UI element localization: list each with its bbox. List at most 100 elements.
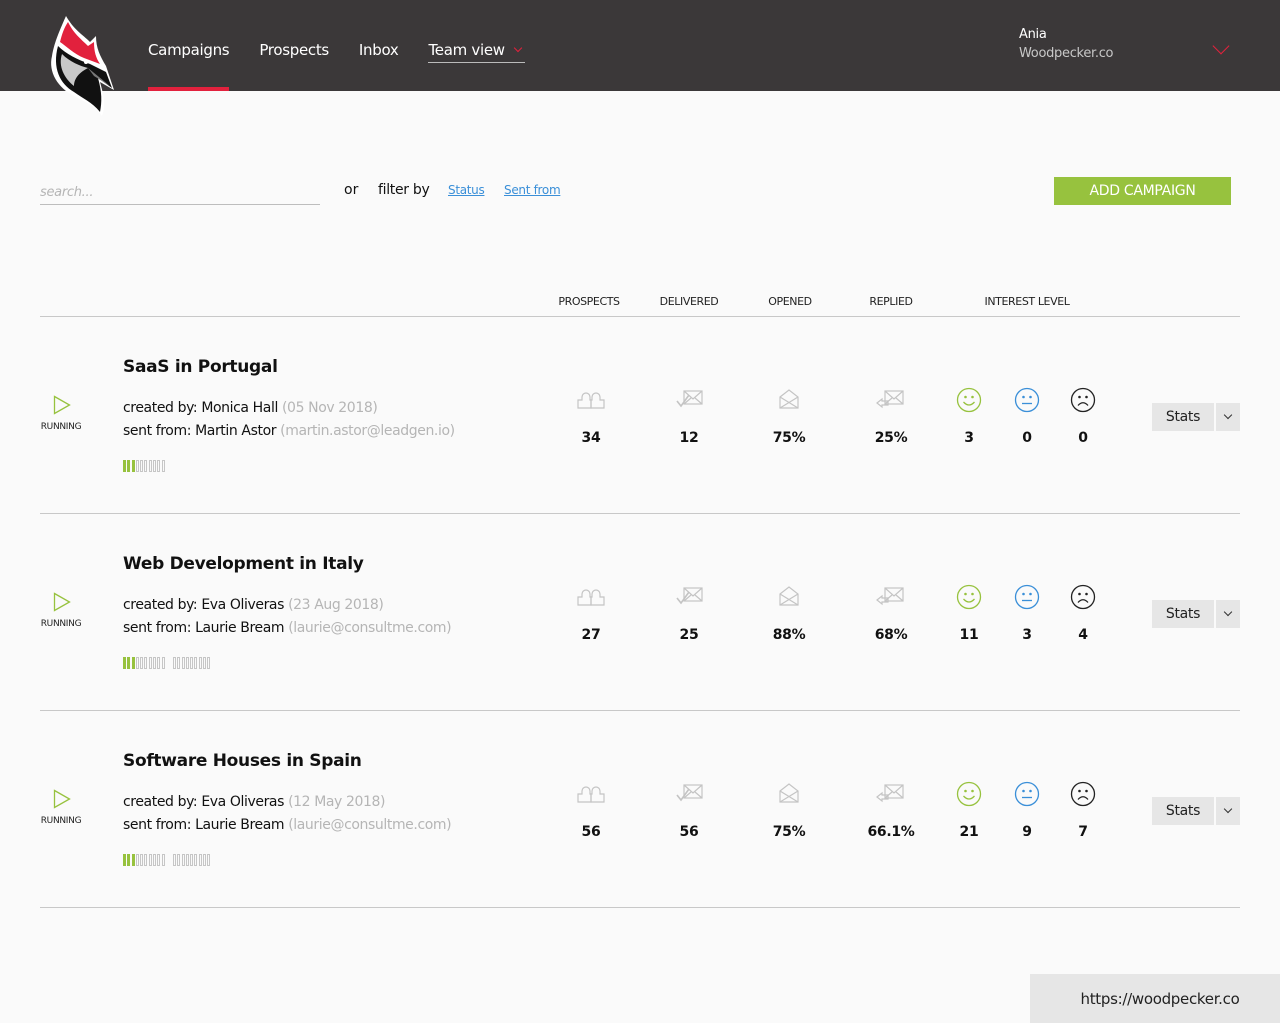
prospects-icon <box>577 392 605 409</box>
progress-step-pending <box>135 854 139 866</box>
user-menu-chevron-icon[interactable] <box>1212 37 1230 55</box>
interested-count: 3 <box>964 430 974 446</box>
progress-step-pending <box>172 657 176 669</box>
stats-button[interactable]: Stats <box>1152 403 1214 431</box>
nav-prospects[interactable]: Prospects <box>259 0 329 91</box>
opened-icon <box>779 586 799 606</box>
progress-step-pending <box>177 854 181 866</box>
stats-dropdown-chevron-icon[interactable] <box>1216 600 1240 628</box>
progress-step-pending <box>153 657 157 669</box>
opened-rate: 75% <box>772 430 806 446</box>
sent-from-line: sent from: Laurie Bream (laurie@consultm… <box>123 817 452 833</box>
progress-step-pending <box>135 657 139 669</box>
top-navigation-bar: Campaigns Prospects Inbox Team view Ania… <box>0 0 1280 91</box>
interested-count: 11 <box>959 627 979 643</box>
nav-team-view[interactable]: Team view <box>428 41 525 63</box>
progress-step-pending <box>203 657 207 669</box>
created-by-label: created by: <box>123 597 198 613</box>
filter-by-label: filter by <box>378 182 430 198</box>
created-by-name: Eva Oliveras <box>201 794 284 810</box>
progress-step-done <box>127 657 131 669</box>
progress-step-pending <box>148 854 152 866</box>
filter-status-link[interactable]: Status <box>448 183 485 197</box>
play-icon[interactable] <box>53 395 71 415</box>
interested-face-icon <box>956 387 982 413</box>
replied-icon <box>876 390 904 409</box>
campaign-row[interactable]: RUNNING Software Houses in Spain created… <box>0 711 1280 908</box>
not-interested-face-icon <box>1070 584 1096 610</box>
replied-rate: 68% <box>874 627 908 643</box>
interested-face-icon <box>956 584 982 610</box>
interested-face-icon <box>956 781 982 807</box>
search-input[interactable] <box>40 180 320 205</box>
progress-step-pending <box>172 854 176 866</box>
not-interested-face-icon <box>1070 781 1096 807</box>
opened-icon <box>779 783 799 803</box>
progress-step-pending <box>181 854 185 866</box>
user-name: Ania <box>1019 27 1047 42</box>
stats-button[interactable]: Stats <box>1152 600 1214 628</box>
divider <box>40 907 1240 908</box>
stats-button[interactable]: Stats <box>1152 797 1214 825</box>
play-icon[interactable] <box>53 592 71 612</box>
nav-campaigns[interactable]: Campaigns <box>148 0 230 91</box>
sent-from-line: sent from: Martin Astor (martin.astor@le… <box>123 423 455 439</box>
add-campaign-button[interactable]: ADD CAMPAIGN <box>1054 177 1231 205</box>
created-by-line: created by: Monica Hall (05 Nov 2018) <box>123 400 378 416</box>
progress-gap <box>166 657 173 669</box>
campaign-row[interactable]: RUNNING SaaS in Portugal created by: Mon… <box>0 317 1280 514</box>
sent-from-email: (laurie@consultme.com) <box>288 620 452 636</box>
nav-inbox[interactable]: Inbox <box>359 0 399 91</box>
sent-from-label: sent from: <box>123 423 192 439</box>
progress-step-done <box>127 460 131 472</box>
play-icon[interactable] <box>53 789 71 809</box>
or-label: or <box>344 182 359 198</box>
progress-step-pending <box>157 657 161 669</box>
neutral-count: 3 <box>1022 627 1032 643</box>
progress-step-pending <box>144 854 148 866</box>
nav-team-view-label: Team view <box>428 41 505 59</box>
progress-step-done <box>131 854 135 866</box>
footer-url: https://woodpecker.co <box>1030 974 1280 1023</box>
not-interested-count: 4 <box>1078 627 1088 643</box>
sent-from-email: (martin.astor@leadgen.io) <box>280 423 455 439</box>
campaign-row[interactable]: RUNNING Web Development in Italy created… <box>0 514 1280 711</box>
campaign-title[interactable]: Web Development in Italy <box>123 554 364 574</box>
column-header-opened: OPENED <box>768 295 812 308</box>
sequence-progress <box>123 460 166 472</box>
sent-from-name: Laurie Bream <box>195 817 285 833</box>
progress-step-pending <box>144 460 148 472</box>
filter-sent-from-link[interactable]: Sent from <box>504 183 561 197</box>
progress-step-pending <box>140 657 144 669</box>
delivered-count: 12 <box>679 430 699 446</box>
opened-rate: 88% <box>772 627 806 643</box>
stats-dropdown-chevron-icon[interactable] <box>1216 797 1240 825</box>
not-interested-face-icon <box>1070 387 1096 413</box>
interested-count: 21 <box>959 824 979 840</box>
campaign-title[interactable]: SaaS in Portugal <box>123 357 278 377</box>
progress-step-pending <box>177 657 181 669</box>
user-menu[interactable]: Ania Woodpecker.co <box>1019 27 1114 61</box>
delivered-count: 25 <box>679 627 699 643</box>
progress-step-pending <box>153 854 157 866</box>
created-date: (12 May 2018) <box>288 794 386 810</box>
progress-step-pending <box>153 460 157 472</box>
campaign-status: RUNNING <box>40 816 82 826</box>
progress-step-done <box>131 460 135 472</box>
progress-step-pending <box>194 854 198 866</box>
created-by-name: Eva Oliveras <box>201 597 284 613</box>
created-by-line: created by: Eva Oliveras (12 May 2018) <box>123 794 385 810</box>
stats-dropdown-chevron-icon[interactable] <box>1216 403 1240 431</box>
sent-from-label: sent from: <box>123 817 192 833</box>
column-header-interest-level: INTEREST LEVEL <box>984 295 1070 308</box>
campaign-title[interactable]: Software Houses in Spain <box>123 751 362 771</box>
progress-step-pending <box>198 657 202 669</box>
woodpecker-logo[interactable] <box>44 12 116 118</box>
replied-icon <box>876 587 904 606</box>
delivered-count: 56 <box>679 824 699 840</box>
neutral-count: 9 <box>1022 824 1032 840</box>
progress-step-pending <box>181 657 185 669</box>
sent-from-email: (laurie@consultme.com) <box>288 817 452 833</box>
prospects-count: 27 <box>581 627 601 643</box>
progress-step-pending <box>140 854 144 866</box>
